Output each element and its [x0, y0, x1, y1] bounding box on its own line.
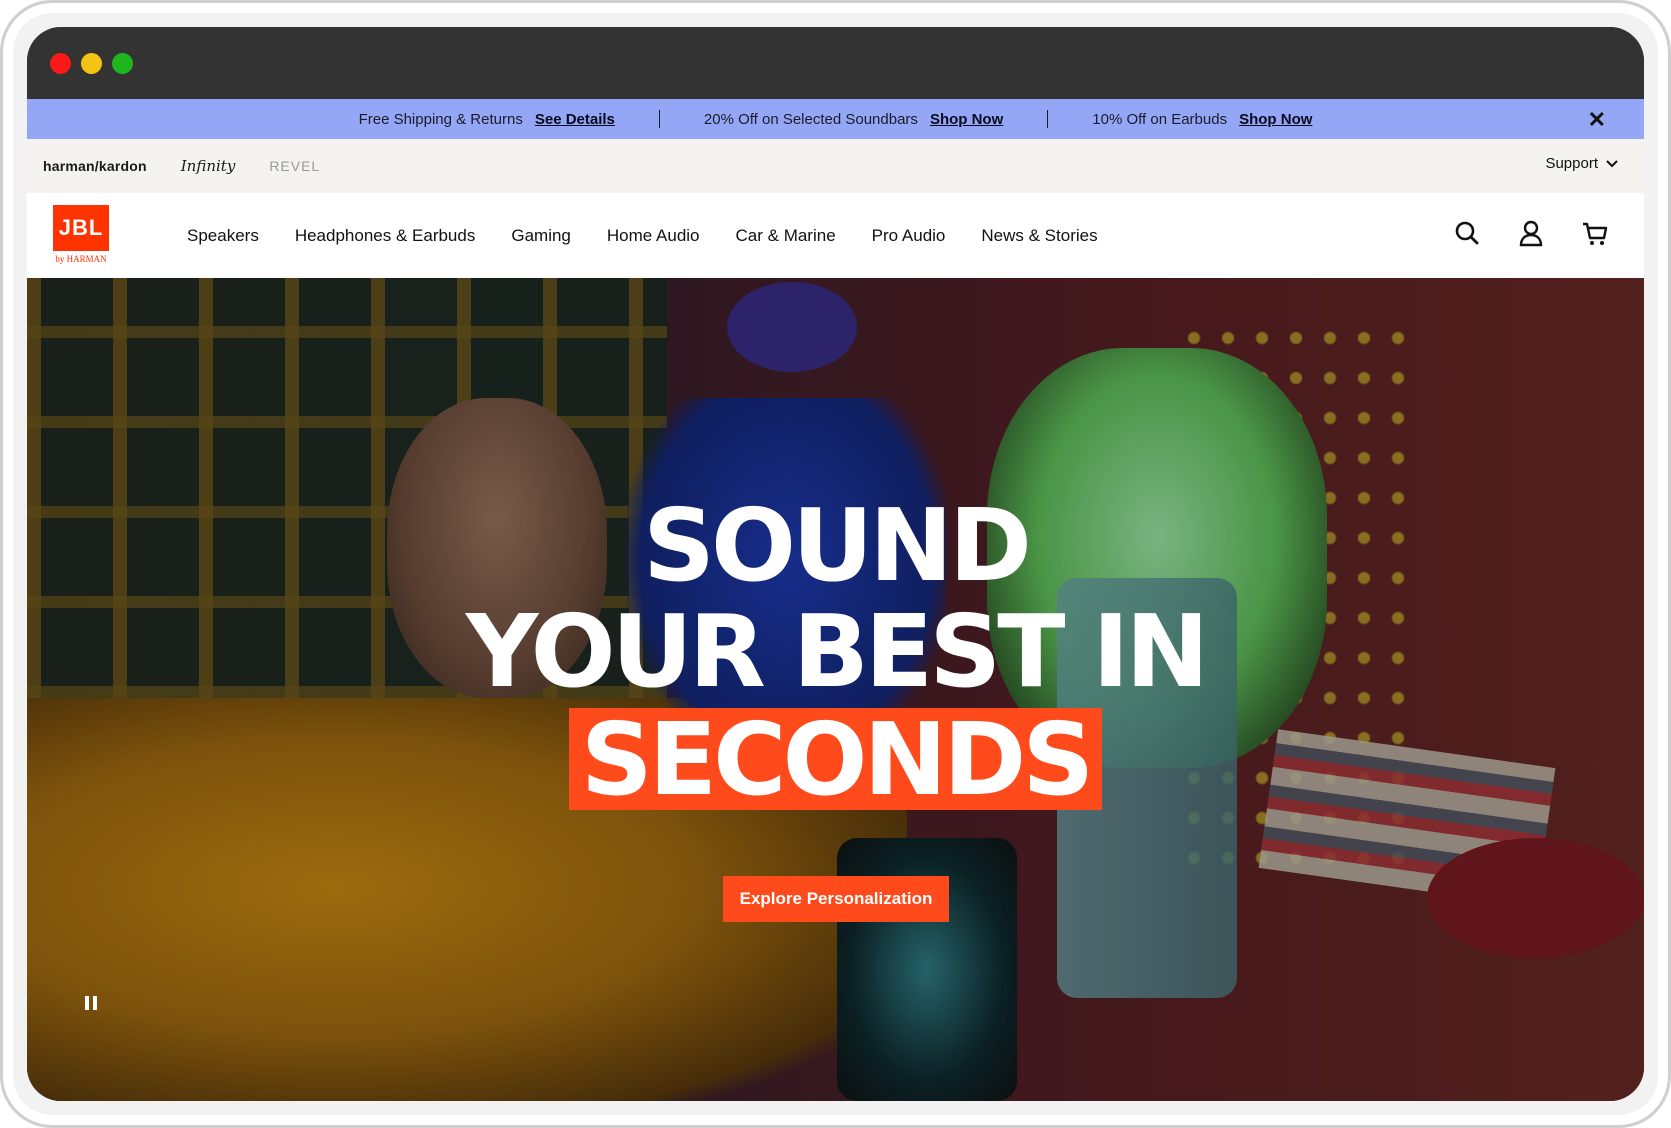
browser-window: Free Shipping & Returns See Details 20% … [27, 27, 1644, 1101]
harman-kardon-logo[interactable]: harman/kardon [43, 158, 147, 174]
see-details-link[interactable]: See Details [535, 111, 615, 128]
nav-item-headphones[interactable]: Headphones & Earbuds [295, 226, 476, 246]
pause-bar-right [93, 996, 97, 1010]
nav-icons [1454, 219, 1608, 247]
shop-now-earbuds-link[interactable]: Shop Now [1239, 111, 1312, 128]
minimize-window-button[interactable] [81, 52, 102, 74]
hero-headline: SOUND YOUR BEST IN SECONDS [27, 496, 1644, 810]
jbl-logo-mark: JBL [53, 204, 109, 251]
nav-item-news-stories[interactable]: News & Stories [981, 226, 1097, 246]
promo-item-shipping: Free Shipping & Returns See Details [315, 111, 659, 128]
hero-headline-line1: SOUND [643, 487, 1032, 604]
cart-icon[interactable] [1582, 219, 1608, 247]
search-icon[interactable] [1454, 219, 1480, 247]
jbl-logo-subtitle: by HARMAN [55, 253, 107, 264]
shop-now-soundbars-link[interactable]: Shop Now [930, 111, 1003, 128]
hero-headline-line2: YOUR BEST IN [465, 593, 1209, 710]
hero-headline-line3: SECONDS [568, 708, 1103, 810]
nav-item-gaming[interactable]: Gaming [511, 226, 571, 246]
close-window-button[interactable] [50, 52, 71, 74]
nav-item-home-audio[interactable]: Home Audio [607, 226, 700, 246]
chevron-down-icon [1606, 159, 1618, 167]
nav-item-speakers[interactable]: Speakers [187, 226, 259, 246]
maximize-window-button[interactable] [112, 52, 133, 74]
promo-item-soundbars: 20% Off on Selected Soundbars Shop Now [660, 111, 1047, 128]
infinity-logo[interactable]: Infinity [181, 157, 236, 175]
support-label: Support [1545, 155, 1598, 172]
explore-personalization-button[interactable]: Explore Personalization [723, 876, 949, 922]
main-nav: JBL by HARMAN Speakers Headphones & Earb… [27, 193, 1644, 278]
close-icon[interactable]: ✕ [1588, 107, 1606, 133]
nav-item-pro-audio[interactable]: Pro Audio [872, 226, 946, 246]
brand-bar: harman/kardon Infinity REVEL Support [27, 139, 1644, 193]
pause-icon[interactable] [79, 991, 103, 1015]
promo-banner: Free Shipping & Returns See Details 20% … [27, 99, 1644, 139]
hero-headline-line3-wrap: SECONDS [27, 708, 1644, 810]
pause-bar-left [85, 996, 89, 1010]
hero-banner: SOUND YOUR BEST IN SECONDS Explore Perso… [27, 278, 1644, 1101]
promo-text: 20% Off on Selected Soundbars [703, 110, 918, 128]
promo-text: Free Shipping & Returns [358, 110, 523, 128]
nav-item-car-marine[interactable]: Car & Marine [736, 226, 836, 246]
jbl-logo[interactable]: JBL by HARMAN [53, 204, 109, 267]
promo-text: 10% Off on Earbuds [1092, 110, 1228, 128]
window-titlebar [27, 27, 1644, 99]
support-menu[interactable]: Support [1545, 155, 1618, 172]
account-icon[interactable] [1518, 219, 1544, 247]
revel-logo[interactable]: REVEL [269, 158, 320, 174]
promo-item-earbuds: 10% Off on Earbuds Shop Now [1048, 111, 1356, 128]
